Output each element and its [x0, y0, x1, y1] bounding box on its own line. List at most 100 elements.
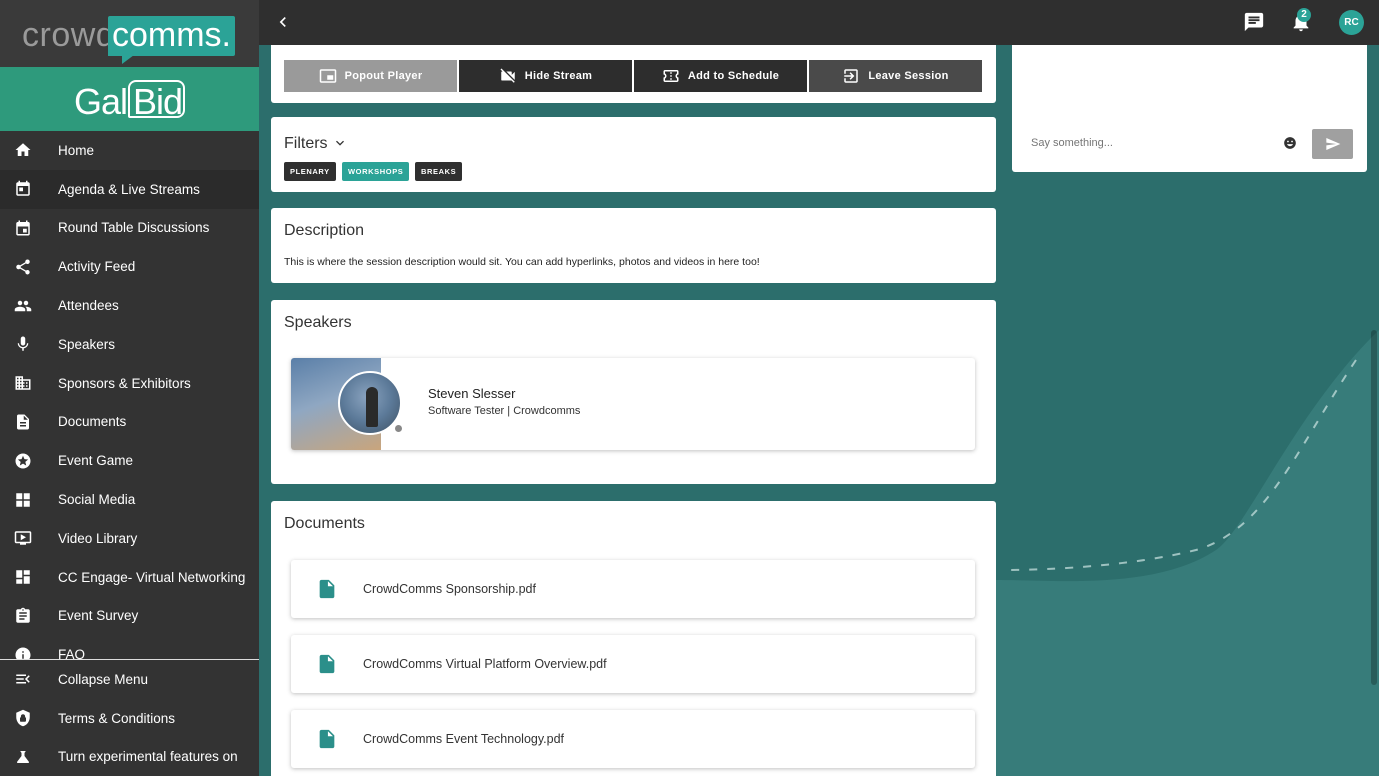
hide-stream-label: Hide Stream: [524, 70, 593, 82]
filter-chip-breaks[interactable]: BREAKS: [415, 162, 463, 181]
emoji-icon: [1284, 137, 1296, 149]
exit-icon: [844, 69, 859, 83]
dashboard-icon: [14, 568, 32, 586]
sidebar: crowd comms. Gala Bid Home Agenda & Live…: [0, 0, 259, 776]
sidebar-item-label: Collapse Menu: [58, 671, 149, 687]
sidebar-item-label: Video Library: [58, 530, 138, 546]
filters-toggle[interactable]: Filters: [284, 135, 348, 153]
document-item[interactable]: CrowdComms Event Technology.pdf: [291, 710, 975, 768]
filter-chip-workshops[interactable]: WORKSHOPS: [342, 162, 410, 181]
chevron-down-icon: [336, 140, 345, 146]
document-item[interactable]: CrowdComms Virtual Platform Overview.pdf: [291, 635, 975, 693]
document-icon: [14, 413, 32, 431]
agenda-icon: [14, 180, 32, 198]
notification-badge: 2: [1297, 8, 1311, 22]
file-icon: [319, 654, 335, 674]
chat-icon: [1244, 12, 1264, 32]
leave-session-button[interactable]: Leave Session: [809, 60, 982, 92]
clipboard-icon: [14, 607, 32, 625]
sidebar-item-label: Terms & Conditions: [58, 710, 176, 726]
star-icon: [14, 452, 32, 470]
sidebar-item-label: Sponsors & Exhibitors: [58, 375, 191, 391]
chat-button[interactable]: [1243, 11, 1265, 33]
description-title: Description: [284, 222, 365, 239]
galabid-logo: Gala Bid: [0, 67, 259, 131]
ticket-icon: [663, 70, 679, 82]
sidebar-item-activity-feed[interactable]: Activity Feed: [0, 247, 259, 286]
collapse-menu-button[interactable]: Collapse Menu: [0, 660, 259, 699]
filter-chip-plenary[interactable]: PLENARY: [284, 162, 336, 181]
people-icon: [14, 297, 32, 315]
speaker-tile[interactable]: Steven Slesser Software Tester | Crowdco…: [291, 358, 975, 450]
top-bar: 2 RC: [259, 0, 1379, 45]
sidebar-item-label: Round Table Discussions: [58, 220, 210, 236]
popout-player-button[interactable]: Popout Player: [284, 60, 457, 92]
crowdcomms-logo[interactable]: crowd comms.: [0, 0, 259, 67]
sidebar-item-home[interactable]: Home: [0, 131, 259, 170]
session-controls: Popout Player Hide Stream Add to Schedul…: [271, 45, 996, 103]
sidebar-item-documents[interactable]: Documents: [0, 403, 259, 442]
flask-icon: [14, 748, 32, 766]
page-scrollbar[interactable]: [1371, 330, 1377, 685]
speaker-avatar: [338, 371, 402, 435]
sidebar-item-label: Activity Feed: [58, 259, 136, 275]
documents-title: Documents: [284, 515, 365, 532]
home-icon: [14, 141, 32, 159]
experimental-features-toggle[interactable]: Turn experimental features on: [0, 738, 259, 776]
info-icon: [14, 646, 32, 659]
video-library-icon: [14, 529, 32, 547]
file-icon: [319, 579, 335, 599]
sidebar-item-event-game[interactable]: Event Game: [0, 441, 259, 480]
back-button[interactable]: [273, 12, 293, 32]
leave-session-label: Leave Session: [868, 70, 949, 82]
terms-link[interactable]: Terms & Conditions: [0, 699, 259, 738]
speakers-title: Speakers: [284, 314, 352, 331]
emoji-button[interactable]: [1283, 136, 1297, 150]
sidebar-item-social-media[interactable]: Social Media: [0, 480, 259, 519]
sidebar-item-faq[interactable]: FAQ: [0, 635, 259, 659]
sidebar-item-label: Event Game: [58, 453, 134, 469]
building-icon: [14, 374, 32, 392]
sidebar-item-label: Attendees: [58, 298, 119, 314]
sidebar-item-attendees[interactable]: Attendees: [0, 286, 259, 325]
logo-text-crowd: crowd: [22, 16, 116, 54]
description-text: This is where the session description wo…: [284, 256, 760, 268]
popout-player-label: Popout Player: [344, 70, 423, 82]
sidebar-item-label: Agenda & Live Streams: [58, 181, 200, 197]
file-icon: [319, 729, 335, 749]
sidebar-item-label: CC Engage- Virtual Networking: [58, 569, 246, 585]
sidebar-item-agenda[interactable]: Agenda & Live Streams: [0, 169, 259, 209]
add-to-schedule-button[interactable]: Add to Schedule: [634, 60, 807, 92]
sidebar-item-round-table[interactable]: Round Table Discussions: [0, 209, 259, 248]
sidebar-item-speakers[interactable]: Speakers: [0, 325, 259, 364]
logo-tail: [122, 55, 134, 64]
sidebar-footer: Collapse Menu Terms & Conditions Turn ex…: [0, 659, 259, 776]
speakers-card: Speakers Steven Slesser Software Tester …: [271, 300, 996, 484]
sidebar-item-cc-engage[interactable]: CC Engage- Virtual Networking: [0, 558, 259, 597]
chat-input[interactable]: [1031, 137, 1271, 149]
sidebar-item-event-survey[interactable]: Event Survey: [0, 597, 259, 636]
sidebar-item-sponsors[interactable]: Sponsors & Exhibitors: [0, 364, 259, 403]
user-avatar[interactable]: RC: [1339, 10, 1364, 35]
videocam-off-icon: [500, 68, 515, 83]
chat-panel: [1012, 45, 1367, 172]
hide-stream-button[interactable]: Hide Stream: [459, 60, 632, 92]
speaker-name: Steven Slesser: [428, 386, 516, 401]
calendar-icon: [14, 219, 32, 237]
shield-icon: [14, 709, 32, 727]
document-item[interactable]: CrowdComms Sponsorship.pdf: [291, 560, 975, 618]
sidebar-item-label: Event Survey: [58, 608, 139, 624]
send-icon: [1325, 138, 1340, 150]
sidebar-item-label: FAQ: [58, 647, 86, 659]
speaker-role: Software Tester | Crowdcomms: [428, 405, 581, 417]
sidebar-item-label: Documents: [58, 414, 127, 430]
document-name: CrowdComms Event Technology.pdf: [363, 732, 565, 746]
sidebar-item-label: Turn experimental features on: [58, 749, 238, 765]
document-name: CrowdComms Virtual Platform Overview.pdf: [363, 657, 607, 671]
share-icon: [14, 258, 32, 276]
send-button[interactable]: [1312, 129, 1353, 159]
chevron-left-icon: [279, 17, 286, 27]
sidebar-item-label: Social Media: [58, 492, 136, 508]
sidebar-item-label: Speakers: [58, 336, 116, 352]
sidebar-item-video-library[interactable]: Video Library: [0, 519, 259, 558]
